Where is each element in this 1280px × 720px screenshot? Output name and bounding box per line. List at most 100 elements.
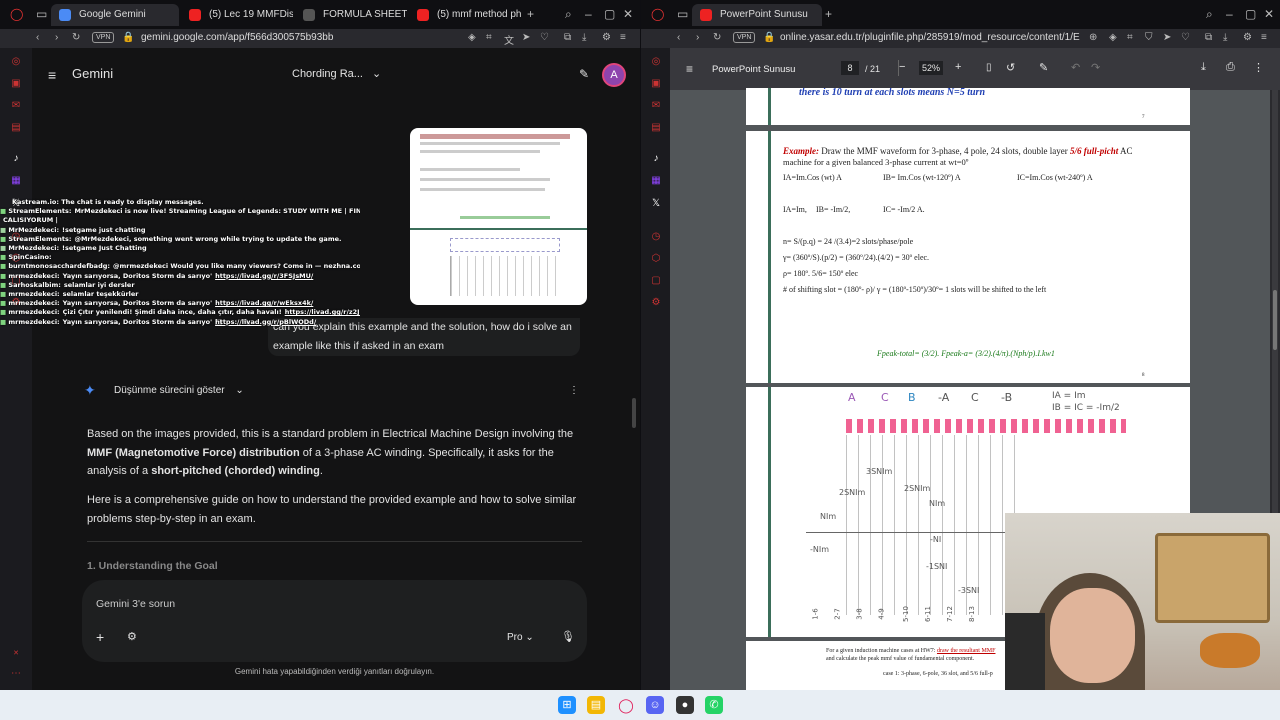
more-options-icon[interactable]: ⋮ (1253, 61, 1264, 74)
cube-icon[interactable]: ▢ (650, 275, 662, 287)
attached-slide-thumbnail[interactable] (410, 128, 587, 230)
tab-mmf-method[interactable]: (5) mmf method phas (409, 4, 521, 26)
downloads-icon[interactable]: ⤓ (1223, 32, 1227, 43)
model-selector[interactable]: Pro ⌄ (507, 632, 534, 643)
tab-google-gemini[interactable]: Google Gemini (51, 4, 179, 26)
bag-icon[interactable]: ▣ (650, 78, 662, 90)
fit-page-icon[interactable]: ▯ (986, 62, 992, 73)
chat-link[interactable]: https://livad.gg/r/z2JR9FI/ (285, 308, 360, 316)
tracker-icon[interactable]: ◈ (1109, 32, 1117, 43)
rotate-icon[interactable]: ↺ (1006, 61, 1015, 74)
tiktok-icon[interactable]: ♪ (10, 153, 22, 165)
search-icon[interactable]: ⌕ (565, 7, 572, 22)
tracker-icon[interactable]: ◈ (468, 32, 476, 43)
twitch-icon[interactable]: ▦ (10, 175, 22, 187)
minimize-icon[interactable]: – (585, 7, 592, 21)
forward-icon[interactable]: › (696, 32, 699, 43)
search-icon[interactable]: ⌕ (1206, 7, 1213, 22)
file-explorer-icon[interactable]: ▤ (587, 696, 605, 714)
avatar[interactable]: A (602, 63, 626, 87)
new-chat-icon[interactable]: ✎ (579, 67, 589, 81)
opera-logo-icon[interactable]: ◯ (10, 7, 23, 21)
tab-manager-icon[interactable]: ▭ (677, 7, 688, 21)
back-icon[interactable]: ‹ (677, 32, 680, 43)
maximize-icon[interactable]: ▢ (1245, 7, 1256, 21)
opera-gx-icon[interactable]: ◯ (617, 696, 635, 714)
close-sidebar-icon[interactable]: ✕ (10, 648, 22, 660)
extensions-icon[interactable]: ⧉ (1205, 32, 1212, 43)
attached-image-thumbnails[interactable] (410, 128, 587, 305)
reload-icon[interactable]: ↻ (72, 32, 80, 43)
discord-icon[interactable]: ☺ (646, 696, 664, 714)
add-icon[interactable]: + (96, 629, 104, 645)
tools-icon[interactable]: ⚙ (127, 630, 137, 643)
send-icon[interactable]: ➤ (522, 32, 530, 43)
vpn-badge[interactable]: VPN (733, 32, 756, 43)
snapshot-icon[interactable]: ⌗ (1127, 32, 1133, 43)
menu-icon[interactable]: ≡ (620, 32, 626, 43)
close-icon[interactable]: ✕ (1264, 7, 1274, 21)
pdf-menu-icon[interactable]: ≡ (686, 62, 693, 76)
more-options-icon[interactable]: ⋮ (569, 385, 579, 396)
zoom-in-icon[interactable]: + (955, 61, 961, 73)
settings-icon[interactable]: ⚙ (1243, 32, 1252, 43)
tab-lec19[interactable]: (5) Lec 19 MMFDistrib (181, 4, 293, 26)
twitch-icon[interactable]: ▦ (650, 175, 662, 187)
pdf-scrollbar-thumb[interactable] (1273, 290, 1277, 350)
attached-drawing-thumbnail[interactable] (410, 232, 587, 305)
new-tab-icon[interactable]: + (527, 7, 534, 21)
redo-icon[interactable]: ↷ (1091, 61, 1100, 74)
whatsapp-icon[interactable]: ✆ (705, 696, 723, 714)
menu-icon[interactable]: ≡ (1261, 32, 1267, 43)
chat-title-dropdown[interactable]: Chording Ra... ⌄ (292, 67, 381, 80)
maximize-icon[interactable]: ▢ (604, 7, 615, 21)
zoom-level-input[interactable]: 52% (919, 61, 943, 75)
chat-link[interactable]: https://livad.gg/r/pBlWODd/ (215, 318, 316, 326)
new-tab-icon[interactable]: + (825, 7, 832, 21)
message-icon[interactable]: ✉ (10, 100, 22, 112)
tab-powerpoint[interactable]: PowerPoint Sunusu (692, 4, 822, 26)
minimize-icon[interactable]: – (1226, 7, 1233, 21)
heart-icon[interactable]: ♡ (1181, 32, 1190, 43)
snapshot-icon[interactable]: ⌗ (486, 32, 492, 43)
zoom-out-icon[interactable]: − (899, 61, 905, 73)
microphone-icon[interactable]: 🎙 (561, 630, 575, 643)
shield-icon[interactable]: ⛉ (1145, 32, 1153, 43)
vpn-badge[interactable]: VPN (92, 32, 115, 43)
back-icon[interactable]: ‹ (36, 32, 39, 43)
settings-icon[interactable]: ⚙ (602, 32, 611, 43)
clock-icon[interactable]: ◷ (650, 231, 662, 243)
tab-manager-icon[interactable]: ▭ (36, 7, 47, 21)
obs-icon[interactable]: ● (676, 696, 694, 714)
forward-icon[interactable]: › (55, 32, 58, 43)
download-icon[interactable]: ⤓ (1201, 61, 1206, 74)
scrollbar[interactable] (632, 398, 636, 428)
heart-icon[interactable]: ♡ (540, 32, 549, 43)
prompt-input[interactable]: Gemini 3'e sorun (96, 598, 175, 610)
annotate-icon[interactable]: ✎ (1039, 61, 1048, 74)
bag-icon[interactable]: ▣ (10, 78, 22, 90)
close-icon[interactable]: ✕ (623, 7, 633, 21)
opera-logo-icon[interactable]: ◯ (651, 7, 664, 21)
undo-icon[interactable]: ↶ (1071, 61, 1080, 74)
windows-start-icon[interactable]: ⊞ (558, 696, 576, 714)
send-icon[interactable]: ➤ (1163, 32, 1171, 43)
extensions-icon[interactable]: ⧉ (564, 32, 571, 43)
pin-icon[interactable]: ⬡ (650, 253, 662, 265)
translate-icon[interactable]: 文 (504, 32, 514, 47)
page-number-input[interactable]: 8 (841, 61, 859, 75)
url-field[interactable]: online.yasar.edu.tr/pluginfile.php/28591… (780, 32, 1080, 43)
print-icon[interactable]: ⎙ (1226, 61, 1235, 74)
aria-icon[interactable]: ◎ (650, 56, 662, 68)
x-icon[interactable]: 𝕏 (650, 198, 662, 210)
tab-formula-sheet[interactable]: FORMULA SHEET-VE (295, 4, 407, 26)
chat-link[interactable]: https://livad.gg/r/wEksx4k/ (215, 299, 313, 307)
zoom-icon[interactable]: ⊕ (1089, 32, 1097, 43)
chat-link[interactable]: https://livad.gg/r/3FSJsMU/ (215, 272, 313, 280)
reload-icon[interactable]: ↻ (713, 32, 721, 43)
message-icon[interactable]: ✉ (650, 100, 662, 112)
tiktok-icon[interactable]: ♪ (650, 153, 662, 165)
url-field[interactable]: gemini.google.com/app/f566d300575b93bb (141, 32, 333, 43)
aria-icon[interactable]: ◎ (10, 56, 22, 68)
prompt-input-box[interactable]: Gemini 3'e sorun + ⚙ Pro ⌄ 🎙 (82, 580, 587, 662)
